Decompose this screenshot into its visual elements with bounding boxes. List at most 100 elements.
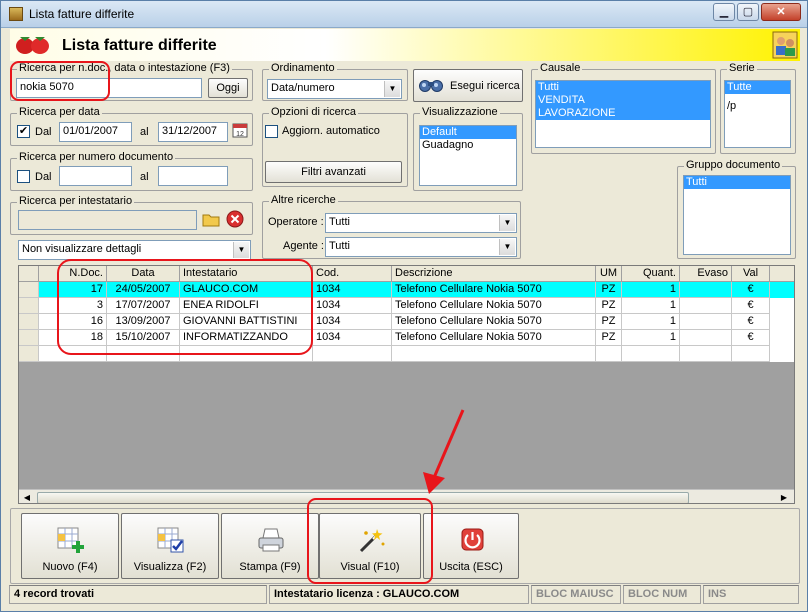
details-combo[interactable]: Non visualizzare dettagli ▼ (18, 240, 251, 260)
column-header[interactable]: Quant. (622, 266, 680, 282)
list-item[interactable]: Default (420, 126, 516, 139)
list-item[interactable]: Tutti (684, 176, 790, 189)
record-count: 4 record trovati (9, 585, 267, 604)
column-header[interactable]: Cod. (313, 266, 392, 282)
chevron-down-icon[interactable]: ▼ (384, 81, 400, 97)
column-header[interactable]: Evaso (680, 266, 732, 282)
list-item[interactable]: Guadagno (420, 139, 516, 152)
new-button-label: Nuovo (F4) (42, 561, 98, 573)
number-from-input[interactable] (59, 166, 132, 186)
today-button[interactable]: Oggi (208, 78, 248, 98)
serie-list[interactable]: Tutte /p (724, 80, 791, 148)
close-button[interactable]: ✕ (761, 3, 801, 21)
other-searches-label: Altre ricerche (269, 194, 338, 206)
causale-list[interactable]: Tutti VENDITA LAVORAZIONE (535, 80, 711, 148)
cell-description: Telefono Cellulare Nokia 5070 (392, 330, 596, 346)
cell-currency: € (732, 314, 770, 330)
list-item[interactable]: /p (725, 100, 790, 113)
chevron-down-icon[interactable]: ▼ (499, 239, 515, 255)
cell-quantity: 1 (622, 298, 680, 314)
cell-evaso (680, 330, 732, 346)
ordering-combo[interactable]: Data/numero ▼ (267, 79, 402, 99)
strawberry-icon (16, 37, 49, 54)
search-options-label: Opzioni di ricerca (269, 106, 358, 118)
agent-value: Tutti (329, 240, 350, 252)
cell-code: 1034 (313, 298, 392, 314)
new-button[interactable]: Nuovo (F4) (21, 513, 119, 579)
view-mode-label: Visualizzazione (420, 106, 500, 118)
page-title: Lista fatture differite (62, 37, 217, 54)
date-to-input[interactable]: 31/12/2007 (158, 122, 228, 142)
document-group-list[interactable]: Tutti (683, 175, 791, 255)
empty-cell (596, 346, 622, 362)
chevron-down-icon[interactable]: ▼ (499, 215, 515, 231)
serie-label: Serie (727, 62, 757, 74)
agent-combo[interactable]: Tutti ▼ (325, 237, 517, 257)
search-date-label: Ricerca per data (17, 106, 102, 118)
row-header-corner (19, 266, 39, 282)
title-bar[interactable]: Lista fatture differite ▁ ▢ ✕ (1, 1, 807, 28)
row-selector[interactable] (19, 346, 39, 362)
power-icon (461, 528, 484, 551)
column-header[interactable]: UM (596, 266, 622, 282)
number-to-input[interactable] (158, 166, 228, 186)
operator-label: Operatore : (268, 216, 324, 228)
row-selector[interactable] (19, 282, 39, 298)
search-holder-label: Ricerca per intestatario (17, 195, 135, 207)
cell-evaso (680, 282, 732, 298)
view-mode-list[interactable]: Default Guadagno (419, 125, 517, 186)
clear-icon[interactable] (226, 210, 244, 228)
printer-icon (258, 528, 284, 552)
new-document-icon (57, 527, 84, 553)
empty-cell (732, 346, 770, 362)
row-selector[interactable] (19, 314, 39, 330)
cell-currency: € (732, 282, 770, 298)
cell-description: Telefono Cellulare Nokia 5070 (392, 282, 596, 298)
ordering-label: Ordinamento (269, 62, 337, 74)
view-button[interactable]: Visualizza (F2) (121, 513, 219, 579)
users-icon (772, 31, 798, 59)
cell-code: 1034 (313, 330, 392, 346)
list-item[interactable]: VENDITA (536, 94, 710, 107)
cell-quantity: 1 (622, 282, 680, 298)
date-from-checkbox[interactable]: ✔ (17, 125, 30, 138)
svg-text:12: 12 (236, 131, 244, 138)
row-selector[interactable] (19, 330, 39, 346)
empty-cell (392, 346, 596, 362)
list-item[interactable]: Tutti (536, 81, 710, 94)
execute-search-label: Esegui ricerca (450, 80, 520, 92)
operator-value: Tutti (329, 216, 350, 228)
list-item[interactable]: Tutte (725, 81, 790, 94)
cell-um: PZ (596, 314, 622, 330)
search-holder-input[interactable] (18, 210, 197, 230)
print-button[interactable]: Stampa (F9) (221, 513, 319, 579)
column-header[interactable]: Val (732, 266, 770, 282)
number-from-checkbox[interactable] (17, 170, 30, 183)
scroll-right-arrow[interactable]: ▶ (778, 492, 790, 503)
annotation-circle-results (57, 259, 313, 355)
column-header[interactable]: Descrizione (392, 266, 596, 282)
execute-search-button[interactable]: Esegui ricerca (413, 69, 523, 102)
row-selector[interactable] (19, 298, 39, 314)
date-from-input[interactable]: 01/01/2007 (59, 122, 132, 142)
operator-combo[interactable]: Tutti ▼ (325, 213, 517, 233)
caps-lock-indicator: BLOC MAIUSC (531, 585, 621, 604)
insert-indicator: INS (703, 585, 799, 604)
num-lock-indicator: BLOC NUM (623, 585, 701, 604)
exit-button[interactable]: Uscita (ESC) (423, 513, 519, 579)
scroll-left-arrow[interactable]: ◀ (21, 492, 33, 503)
maximize-button[interactable]: ▢ (737, 3, 759, 21)
cell-um: PZ (596, 298, 622, 314)
causale-label: Causale (538, 62, 583, 74)
list-item[interactable]: LAVORAZIONE (536, 107, 710, 120)
cell-description: Telefono Cellulare Nokia 5070 (392, 298, 596, 314)
auto-update-checkbox[interactable] (265, 125, 278, 138)
calendar-icon[interactable]: 12 (232, 122, 248, 138)
advanced-filters-button[interactable]: Filtri avanzati (265, 161, 402, 183)
chevron-down-icon[interactable]: ▼ (233, 242, 249, 258)
minimize-button[interactable]: ▁ (713, 3, 735, 21)
cell-code: 1034 (313, 282, 392, 298)
cell-um: PZ (596, 282, 622, 298)
empty-cell (313, 346, 392, 362)
folder-icon[interactable] (202, 210, 220, 228)
